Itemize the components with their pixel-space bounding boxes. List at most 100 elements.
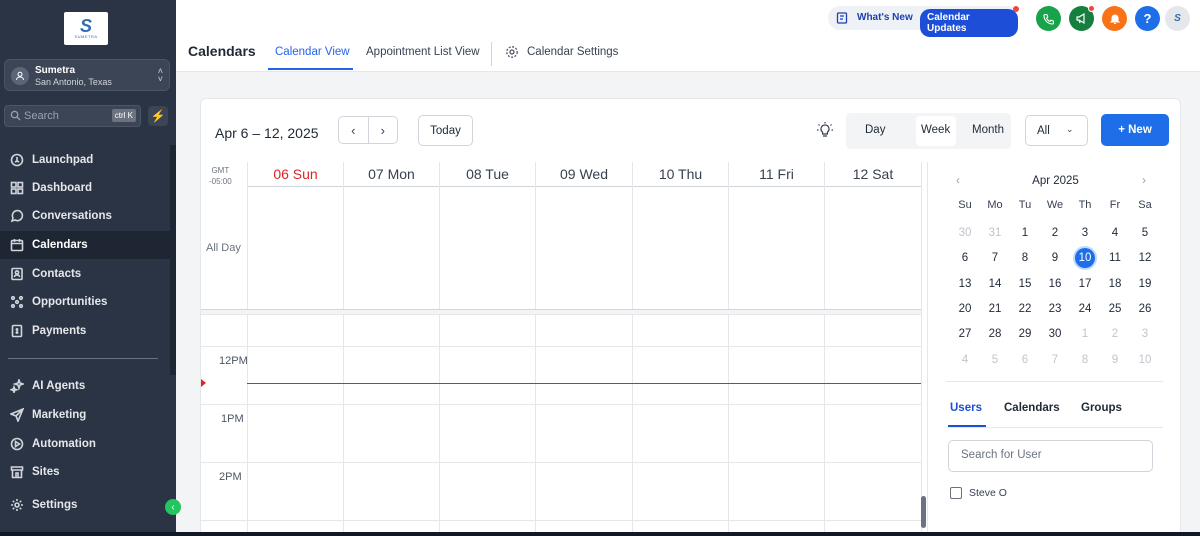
user-search-input[interactable] bbox=[961, 449, 1141, 461]
mini-calendar-day[interactable]: 8 bbox=[1070, 350, 1100, 370]
mini-calendar-day[interactable]: 5 bbox=[1130, 223, 1160, 243]
sidebar-item-label: Contacts bbox=[32, 268, 82, 280]
sidebar-item-payments[interactable]: Payments bbox=[0, 317, 170, 345]
day-header[interactable]: 10 Thu bbox=[632, 162, 728, 187]
filter-select[interactable]: All ⌄ bbox=[1025, 115, 1088, 146]
mini-calendar-day[interactable]: 30 bbox=[1040, 324, 1070, 344]
mini-calendar-day[interactable]: 25 bbox=[1100, 299, 1130, 319]
notifications-button[interactable] bbox=[1102, 6, 1127, 31]
day-header[interactable]: 07 Mon bbox=[343, 162, 439, 187]
bell-icon bbox=[1109, 14, 1120, 24]
mini-calendar-day[interactable]: 1 bbox=[1010, 223, 1040, 243]
sidebar-item-opportunities[interactable]: Opportunities bbox=[0, 288, 170, 316]
sidebar-scrollbar[interactable] bbox=[170, 145, 176, 375]
tab-appointment-list-view[interactable]: Appointment List View bbox=[366, 46, 480, 58]
mini-calendar-day[interactable]: 22 bbox=[1010, 299, 1040, 319]
sidebar-item-ai-agents[interactable]: AI Agents bbox=[0, 372, 170, 400]
collapse-sidebar-button[interactable]: ‹ bbox=[165, 499, 181, 515]
mini-calendar-day[interactable]: 15 bbox=[1010, 274, 1040, 294]
chevron-left-icon[interactable]: ‹ bbox=[956, 173, 960, 187]
view-month-button[interactable]: Month bbox=[972, 124, 1004, 136]
mini-calendar-day[interactable]: 10 bbox=[1130, 350, 1160, 370]
mini-calendar-day[interactable]: 2 bbox=[1040, 223, 1070, 243]
view-day-button[interactable]: Day bbox=[865, 124, 885, 136]
mini-calendar-day[interactable]: 31 bbox=[980, 223, 1010, 243]
chevron-left-icon[interactable]: ‹ bbox=[339, 117, 369, 143]
mini-calendar-day[interactable]: 4 bbox=[1100, 223, 1130, 243]
phone-button[interactable] bbox=[1036, 6, 1061, 31]
mini-calendar-day[interactable]: 14 bbox=[980, 274, 1010, 294]
sidebar-search[interactable]: Search ctrl K bbox=[4, 105, 141, 127]
sidebar-item-automation[interactable]: Automation bbox=[0, 430, 170, 458]
profile-avatar[interactable]: S bbox=[1165, 6, 1190, 31]
mini-calendar-day[interactable]: 26 bbox=[1130, 299, 1160, 319]
sidebar-item-sites[interactable]: Sites bbox=[0, 458, 170, 486]
sidebar-item-contacts[interactable]: Contacts bbox=[0, 260, 170, 288]
tab-calendar-view[interactable]: Calendar View bbox=[275, 46, 350, 58]
whats-new-banner[interactable]: What's New Calendar Updates bbox=[828, 6, 1019, 37]
mini-calendar-day[interactable]: 2 bbox=[1100, 324, 1130, 344]
today-button[interactable]: Today bbox=[418, 115, 473, 146]
sidebar-divider bbox=[8, 358, 158, 359]
mini-calendar-day[interactable]: 7 bbox=[1040, 350, 1070, 370]
sidebar: S SUMETRA Sumetra San Antonio, Texas ˄ ˅ … bbox=[0, 0, 176, 536]
mini-calendar-day[interactable]: 8 bbox=[1010, 248, 1040, 268]
mini-calendar-header: Apr 2025 ‹ › bbox=[928, 172, 1180, 192]
mini-calendar-day[interactable]: 7 bbox=[980, 248, 1010, 268]
mini-calendar-day[interactable]: 4 bbox=[950, 350, 980, 370]
day-header[interactable]: 06 Sun bbox=[247, 162, 343, 187]
tab-groups[interactable]: Groups bbox=[1081, 402, 1122, 414]
megaphone-button[interactable] bbox=[1069, 5, 1095, 31]
mini-calendar-day[interactable]: 3 bbox=[1070, 223, 1100, 243]
new-button[interactable]: + New bbox=[1101, 114, 1169, 146]
sidebar-item-calendars[interactable]: Calendars bbox=[0, 231, 170, 259]
tab-users[interactable]: Users bbox=[950, 402, 982, 414]
lightbulb-icon[interactable] bbox=[816, 121, 834, 139]
grid-scrollbar[interactable] bbox=[921, 496, 926, 528]
mini-calendar-day[interactable]: 9 bbox=[1040, 248, 1070, 268]
mini-calendar-day[interactable]: 6 bbox=[1010, 350, 1040, 370]
day-header[interactable]: 11 Fri bbox=[728, 162, 824, 187]
mini-calendar-day[interactable]: 28 bbox=[980, 324, 1010, 344]
mini-calendar-day[interactable]: 10 bbox=[1070, 248, 1100, 269]
mini-calendar-day[interactable]: 29 bbox=[1010, 324, 1040, 344]
sidebar-item-marketing[interactable]: Marketing bbox=[0, 401, 170, 429]
mini-calendar-day[interactable]: 23 bbox=[1040, 299, 1070, 319]
quick-action-bolt-icon[interactable]: ⚡ bbox=[148, 106, 168, 126]
user-list-item[interactable]: Steve O bbox=[950, 487, 1007, 499]
help-button[interactable]: ? bbox=[1135, 6, 1160, 31]
mini-calendar-day[interactable]: 17 bbox=[1070, 274, 1100, 294]
chevron-right-icon[interactable]: › bbox=[369, 117, 398, 143]
mini-calendar-day[interactable]: 18 bbox=[1100, 274, 1130, 294]
day-header[interactable]: 09 Wed bbox=[535, 162, 632, 187]
tab-calendar-settings[interactable]: Calendar Settings bbox=[505, 46, 618, 58]
mini-calendar-day[interactable]: 24 bbox=[1070, 299, 1100, 319]
mini-calendar-day[interactable]: 9 bbox=[1100, 350, 1130, 370]
chevron-right-icon[interactable]: › bbox=[1142, 173, 1146, 187]
account-switcher[interactable]: Sumetra San Antonio, Texas ˄ ˅ bbox=[4, 59, 170, 91]
mini-calendar-day[interactable]: 21 bbox=[980, 299, 1010, 319]
mini-calendar-day[interactable]: 16 bbox=[1040, 274, 1070, 294]
calendar-updates-pill[interactable]: Calendar Updates bbox=[920, 9, 1018, 37]
mini-calendar-day[interactable]: 19 bbox=[1130, 274, 1160, 294]
mini-calendar-day[interactable]: 30 bbox=[950, 223, 980, 243]
sidebar-item-dashboard[interactable]: Dashboard bbox=[0, 174, 170, 202]
day-header[interactable]: 08 Tue bbox=[439, 162, 535, 187]
company-logo[interactable]: S SUMETRA bbox=[64, 12, 108, 45]
mini-calendar-day[interactable]: 3 bbox=[1130, 324, 1160, 344]
mini-calendar-day[interactable]: 11 bbox=[1100, 248, 1130, 268]
mini-calendar-day[interactable]: 20 bbox=[950, 299, 980, 319]
sidebar-item-launchpad[interactable]: Launchpad bbox=[0, 146, 170, 174]
mini-calendar-day[interactable]: 12 bbox=[1130, 248, 1160, 268]
sidebar-item-settings[interactable]: Settings bbox=[0, 491, 170, 519]
view-week-button[interactable]: Week bbox=[921, 124, 950, 136]
mini-calendar-day[interactable]: 27 bbox=[950, 324, 980, 344]
tab-calendars[interactable]: Calendars bbox=[1004, 402, 1060, 414]
mini-calendar-day[interactable]: 1 bbox=[1070, 324, 1100, 344]
day-header[interactable]: 12 Sat bbox=[824, 162, 921, 187]
mini-calendar-day[interactable]: 13 bbox=[950, 274, 980, 294]
mini-calendar-day[interactable]: 5 bbox=[980, 350, 1010, 370]
user-checkbox[interactable] bbox=[950, 487, 962, 499]
mini-calendar-day[interactable]: 6 bbox=[950, 248, 980, 268]
sidebar-item-conversations[interactable]: Conversations bbox=[0, 202, 170, 230]
